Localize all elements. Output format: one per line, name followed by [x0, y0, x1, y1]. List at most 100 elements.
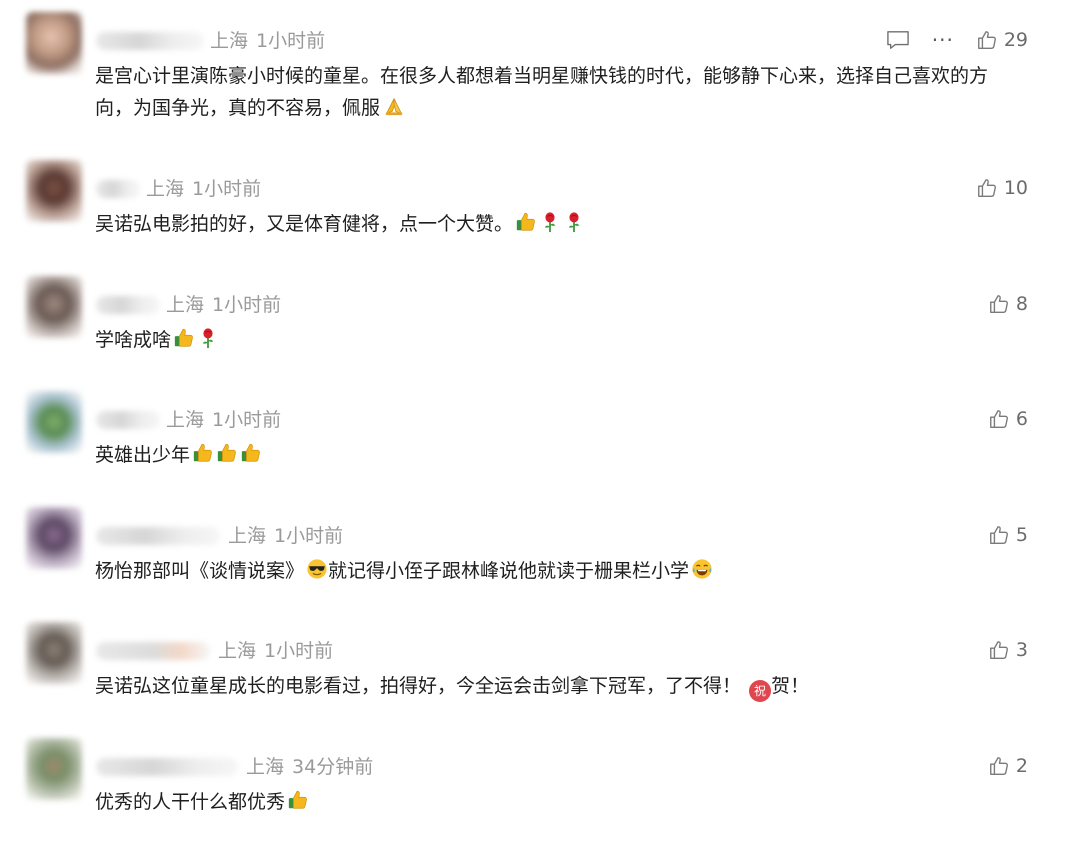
comment-location: 上海 [246, 756, 285, 778]
rose-emoji [539, 211, 561, 233]
comment-meta: 上海 1小时前 [210, 29, 325, 53]
comment-time: 1小时前 [264, 640, 334, 662]
thumbs-up-emoji [240, 442, 262, 464]
comment-text-content: 优秀的人干什么都优秀 [95, 791, 286, 813]
comment-meta: 上海 1小时前 [166, 408, 281, 432]
comment-meta: 上海 1小时前 [228, 524, 343, 548]
comment-actions: 6 [988, 407, 1028, 431]
like-button[interactable]: 5 [988, 523, 1028, 547]
comment-item: 上海 1小时前 10 吴诺弘电影拍的好，又是体育健将，点一个大赞。 [0, 160, 1080, 270]
sunglasses-emoji [306, 558, 328, 580]
more-dots-icon[interactable]: ··· [932, 30, 954, 50]
avatar[interactable] [26, 507, 82, 569]
comment-text: 学啥成啥 [95, 324, 1035, 356]
username-blurred[interactable] [96, 527, 220, 545]
thumbs-up-outline-icon [976, 177, 998, 199]
comment-text-content: 杨怡那部叫《谈情说案》 [95, 560, 305, 582]
thumbs-up-outline-icon [988, 408, 1010, 430]
comment-actions: 3 [988, 638, 1028, 662]
comment-meta: 上海 1小时前 [166, 293, 281, 317]
rose-emoji [563, 211, 585, 233]
comment-meta: 上海 1小时前 [218, 639, 333, 663]
avatar[interactable] [26, 12, 82, 74]
thumbs-up-emoji [173, 327, 195, 349]
username-blurred[interactable] [96, 32, 204, 50]
like-count: 10 [1003, 177, 1028, 199]
thumbs-up-outline-icon [988, 524, 1010, 546]
comment-time: 1小时前 [212, 409, 282, 431]
comment-text-content: 英雄出少年 [95, 444, 191, 466]
congrats-badge-emoji: 祝 [749, 680, 772, 702]
username-blurred[interactable] [96, 180, 140, 198]
avatar[interactable] [26, 622, 82, 684]
username-blurred[interactable] [96, 296, 160, 314]
rose-emoji [197, 327, 219, 349]
comment-location: 上海 [228, 525, 267, 547]
comment-time: 34分钟前 [292, 756, 374, 778]
comment-item: 上海 1小时前 5 杨怡那部叫《谈情说案》 就记得小侄子跟林峰说他就读于栅果栏小学 [0, 507, 1080, 617]
thumbs-up-outline-icon [976, 29, 998, 51]
comment-text-content: 就记得小侄子跟林峰说他就读于栅果栏小学 [328, 560, 690, 582]
pray-emoji [382, 95, 406, 117]
username-blurred[interactable] [96, 642, 210, 660]
comment-actions: ··· 29 [886, 28, 1028, 52]
comment-text: 是宫心计里演陈豪小时候的童星。在很多人都想着当明星赚快钱的时代，能够静下心来，选… [95, 60, 1025, 124]
comment-text: 英雄出少年 [95, 439, 1035, 471]
comment-time: 1小时前 [212, 294, 282, 316]
comment-location: 上海 [218, 640, 257, 662]
thumbs-up-emoji [287, 789, 309, 811]
comment-meta: 上海 1小时前 [146, 177, 261, 201]
thumbs-up-outline-icon [988, 755, 1010, 777]
comment-meta: 上海 34分钟前 [246, 755, 373, 779]
comment-actions: 5 [988, 523, 1028, 547]
like-count: 2 [1015, 755, 1028, 777]
comment-text: 优秀的人干什么都优秀 [95, 786, 1035, 818]
like-button[interactable]: 29 [976, 28, 1028, 52]
comment-time: 1小时前 [274, 525, 344, 547]
reply-icon[interactable] [886, 29, 910, 51]
like-count: 8 [1015, 293, 1028, 315]
comment-text-content: 贺！ [771, 675, 810, 697]
comment-item: 上海 34分钟前 2 优秀的人干什么都优秀 [0, 738, 1080, 848]
comment-item: 上海 1小时前 6 英雄出少年 [0, 391, 1080, 501]
comment-text-content: 吴诺弘这位童星成长的电影看过，拍得好，今全运会击剑拿下冠军，了不得！ [95, 675, 742, 697]
comment-item: 上海 1小时前 3 吴诺弘这位童星成长的电影看过，拍得好，今全运会击剑拿下冠军，了… [0, 622, 1080, 732]
comment-text-content: 吴诺弘电影拍的好，又是体育健将，点一个大赞。 [95, 213, 514, 235]
comment-text: 杨怡那部叫《谈情说案》 就记得小侄子跟林峰说他就读于栅果栏小学 [95, 555, 1035, 587]
comment-text: 吴诺弘电影拍的好，又是体育健将，点一个大赞。 [95, 208, 1035, 240]
comment-actions: 10 [976, 176, 1028, 200]
avatar[interactable] [26, 738, 82, 800]
comment-actions: 8 [988, 292, 1028, 316]
like-button[interactable]: 3 [988, 638, 1028, 662]
thumbs-up-outline-icon [988, 639, 1010, 661]
username-blurred[interactable] [96, 411, 160, 429]
like-count: 6 [1015, 408, 1028, 430]
like-button[interactable]: 2 [988, 754, 1028, 778]
thumbs-up-emoji [515, 211, 537, 233]
comment-text-content: 学啥成啥 [95, 329, 172, 351]
avatar[interactable] [26, 391, 82, 453]
comment-item: 上海 1小时前 ··· 29 是宫心计里演陈豪小时候的童星。在很多人都想着当明星赚… [0, 12, 1080, 122]
comment-location: 上海 [166, 294, 205, 316]
comment-time: 1小时前 [256, 30, 326, 52]
like-button[interactable]: 10 [976, 176, 1028, 200]
laugh-cry-emoji [691, 558, 713, 580]
like-count: 29 [1003, 29, 1028, 51]
comment-time: 1小时前 [192, 178, 262, 200]
thumbs-up-emoji [192, 442, 214, 464]
comment-text: 吴诺弘这位童星成长的电影看过，拍得好，今全运会击剑拿下冠军，了不得！ 祝贺！ [95, 670, 1035, 702]
like-button[interactable]: 8 [988, 292, 1028, 316]
comment-location: 上海 [146, 178, 185, 200]
comment-text-content: 是宫心计里演陈豪小时候的童星。在很多人都想着当明星赚快钱的时代，能够静下心来，选… [95, 65, 989, 119]
avatar[interactable] [26, 276, 82, 338]
comment-item: 上海 1小时前 8 学啥成啥 [0, 276, 1080, 386]
avatar[interactable] [26, 160, 82, 222]
comment-location: 上海 [166, 409, 205, 431]
comment-location: 上海 [210, 30, 249, 52]
thumbs-up-outline-icon [988, 293, 1010, 315]
like-count: 3 [1015, 639, 1028, 661]
like-count: 5 [1015, 524, 1028, 546]
like-button[interactable]: 6 [988, 407, 1028, 431]
thumbs-up-emoji [216, 442, 238, 464]
username-blurred[interactable] [96, 758, 238, 776]
